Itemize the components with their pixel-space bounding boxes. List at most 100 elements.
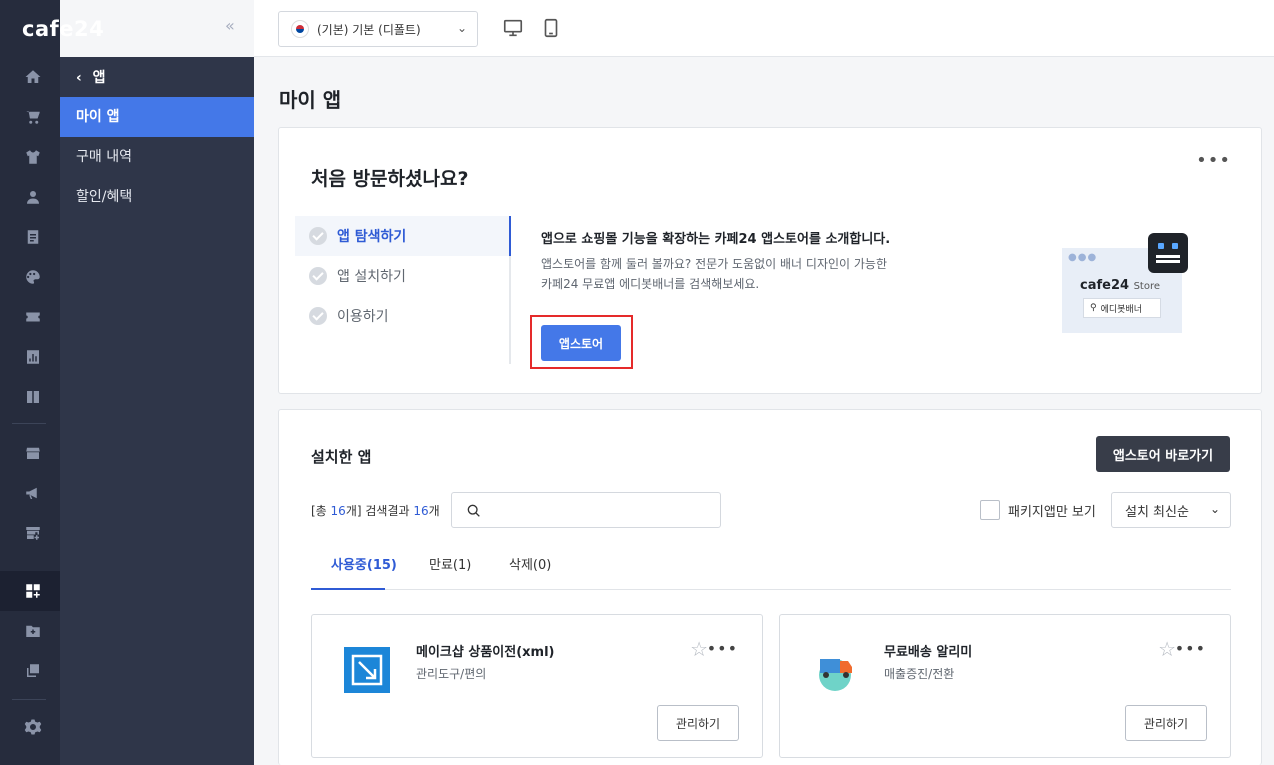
- tab-expired[interactable]: 만료(1): [429, 554, 471, 573]
- step-label: 이용하기: [337, 309, 389, 325]
- gear-icon[interactable]: [22, 716, 44, 738]
- cafe24-logo[interactable]: cafe24: [22, 17, 104, 41]
- check-circle-icon: [309, 307, 327, 325]
- copy-icon[interactable]: [22, 660, 44, 682]
- result-count: [총 16개] 검색결과 16개: [311, 502, 440, 519]
- megaphone-icon[interactable]: [22, 482, 44, 504]
- window-dots-icon: ●●●: [1068, 252, 1098, 263]
- cart-icon[interactable]: [22, 106, 44, 128]
- sort-value: 설치 최신순: [1125, 504, 1189, 520]
- book-icon[interactable]: [22, 386, 44, 408]
- intro-description: 앱스토어를 함께 둘러 볼까요? 전문가 도움없이 배너 디자인이 가능한 카페…: [541, 254, 887, 294]
- submenu-back-label: 앱: [92, 70, 106, 86]
- step-label: 앱 탐색하기: [337, 229, 407, 245]
- more-options-icon[interactable]: •••: [1196, 150, 1231, 171]
- document-icon[interactable]: [22, 226, 44, 248]
- app-category: 매출증진/전환: [884, 667, 955, 681]
- page-title: 마이 앱: [279, 88, 342, 112]
- submenu-item-my-apps[interactable]: 마이 앱: [60, 97, 254, 137]
- go-to-app-store-button[interactable]: 앱스토어 바로가기: [1096, 436, 1230, 472]
- app-category: 관리도구/편의: [416, 667, 487, 681]
- illustration-brand: cafe24 Store: [1080, 278, 1160, 293]
- shop-language-value: (기본) 기본 (디폴트): [317, 22, 421, 37]
- manage-button[interactable]: 관리하기: [1125, 705, 1207, 741]
- app-card[interactable]: 메이크샵 상품이전(xml) 관리도구/편의 ☆ ••• 관리하기: [311, 614, 763, 758]
- rail-divider: [12, 423, 46, 424]
- search-icon: ⚲: [1090, 303, 1097, 313]
- tab-in-use[interactable]: 사용중(15): [331, 554, 397, 573]
- more-options-icon[interactable]: •••: [1175, 639, 1206, 658]
- check-circle-icon: [309, 267, 327, 285]
- person-icon[interactable]: [22, 186, 44, 208]
- step-use[interactable]: 이용하기: [295, 296, 509, 336]
- submenu-item-purchase-history[interactable]: 구매 내역: [60, 137, 254, 177]
- chevron-down-icon: ⌄: [1209, 502, 1220, 516]
- submenu-item-discounts[interactable]: 할인/혜택: [60, 177, 254, 217]
- package-only-checkbox[interactable]: [980, 500, 1000, 520]
- makeshop-migration-app-icon: [344, 647, 390, 693]
- intro-desc-line: 카페24 무료앱 에디봇배너를 검색해보세요.: [541, 277, 760, 291]
- tab-underline: [311, 588, 385, 590]
- coupon-icon[interactable]: [22, 306, 44, 328]
- illustration-search-text: 에디봇배너: [1100, 304, 1142, 315]
- manage-button[interactable]: 관리하기: [657, 705, 739, 741]
- palette-icon[interactable]: [22, 266, 44, 288]
- search-icon: [467, 504, 480, 517]
- installed-apps-card: 설치한 앱 앱스토어 바로가기 [총 16개] 검색결과 16개 패키지앱만 보…: [278, 409, 1262, 765]
- count-result: 16: [413, 504, 429, 518]
- app-status-tabs: 사용중(15) 만료(1) 삭제(0): [311, 542, 1231, 590]
- illustration-brand-sub: Store: [1133, 281, 1161, 292]
- package-only-label: 패키지앱만 보기: [1008, 504, 1096, 520]
- app-name[interactable]: 무료배송 알리미: [884, 641, 972, 660]
- intro-headline: 앱으로 쇼핑몰 기능을 확장하는 카페24 앱스토어를 소개합니다.: [541, 232, 891, 247]
- count-mid: 개] 검색결과: [345, 504, 414, 518]
- shop-language-select[interactable]: (기본) 기본 (디폴트) ⌄: [278, 11, 478, 47]
- home-icon[interactable]: [22, 66, 44, 88]
- robot-icon: [1148, 233, 1188, 273]
- app-search-input[interactable]: [451, 492, 721, 528]
- app-name[interactable]: 메이크샵 상품이전(xml): [416, 641, 554, 660]
- app-card[interactable]: 무료배송 알리미 매출증진/전환 ☆ ••• 관리하기: [779, 614, 1231, 758]
- installed-title: 설치한 앱: [311, 448, 372, 466]
- steps-divider: [509, 216, 511, 364]
- desktop-icon[interactable]: [502, 17, 524, 39]
- top-bar: (기본) 기본 (디폴트) ⌄: [254, 0, 1274, 57]
- step-label: 앱 설치하기: [337, 269, 406, 285]
- chart-icon[interactable]: [22, 346, 44, 368]
- apps-icon[interactable]: [22, 580, 44, 602]
- chevron-down-icon: ⌄: [456, 21, 467, 35]
- onboarding-steps: 앱 탐색하기 앱 설치하기 이용하기: [295, 216, 509, 336]
- collapse-sidebar-button[interactable]: «: [225, 16, 235, 35]
- rail-divider: [12, 699, 46, 700]
- package-only-filter[interactable]: 패키지앱만 보기: [980, 500, 1096, 520]
- step-install[interactable]: 앱 설치하기: [295, 256, 509, 296]
- star-icon[interactable]: ☆: [690, 637, 708, 661]
- mobile-icon[interactable]: [540, 17, 562, 39]
- sort-select[interactable]: 설치 최신순 ⌄: [1111, 492, 1231, 528]
- step-explore[interactable]: 앱 탐색하기: [295, 216, 509, 256]
- illustration-search: ⚲ 에디봇배너: [1083, 298, 1161, 318]
- app-store-button[interactable]: 앱스토어: [541, 325, 621, 361]
- shop-add-icon[interactable]: [22, 522, 44, 544]
- tab-deleted[interactable]: 삭제(0): [509, 554, 551, 573]
- intro-desc-line: 앱스토어를 함께 둘러 볼까요? 전문가 도움없이 배너 디자인이 가능한: [541, 257, 888, 271]
- count-suffix: 개: [428, 504, 440, 518]
- chevron-left-icon: ‹: [76, 70, 82, 86]
- more-options-icon[interactable]: •••: [707, 639, 738, 658]
- store-icon[interactable]: [22, 442, 44, 464]
- welcome-title: 처음 방문하셨나요?: [311, 168, 469, 190]
- submenu: ‹ 앱 마이 앱 구매 내역 할인/혜택: [60, 57, 254, 765]
- welcome-card: 처음 방문하셨나요? ••• 앱 탐색하기 앱 설치하기 이용하기 앱으로 쇼핑…: [278, 127, 1262, 394]
- double-chevron-left-icon: «: [225, 16, 235, 35]
- illustration-brand-name: cafe24: [1080, 278, 1130, 293]
- icon-rail: cafe24: [0, 0, 104, 765]
- count-total: 16: [330, 504, 346, 518]
- shirt-icon[interactable]: [22, 146, 44, 168]
- check-circle-icon: [309, 227, 327, 245]
- star-icon[interactable]: ☆: [1158, 637, 1176, 661]
- folder-add-icon[interactable]: [22, 620, 44, 642]
- free-shipping-app-icon: [819, 659, 852, 691]
- korea-flag-icon: [291, 20, 309, 38]
- submenu-back[interactable]: ‹ 앱: [76, 67, 106, 87]
- count-prefix: [총: [311, 504, 331, 518]
